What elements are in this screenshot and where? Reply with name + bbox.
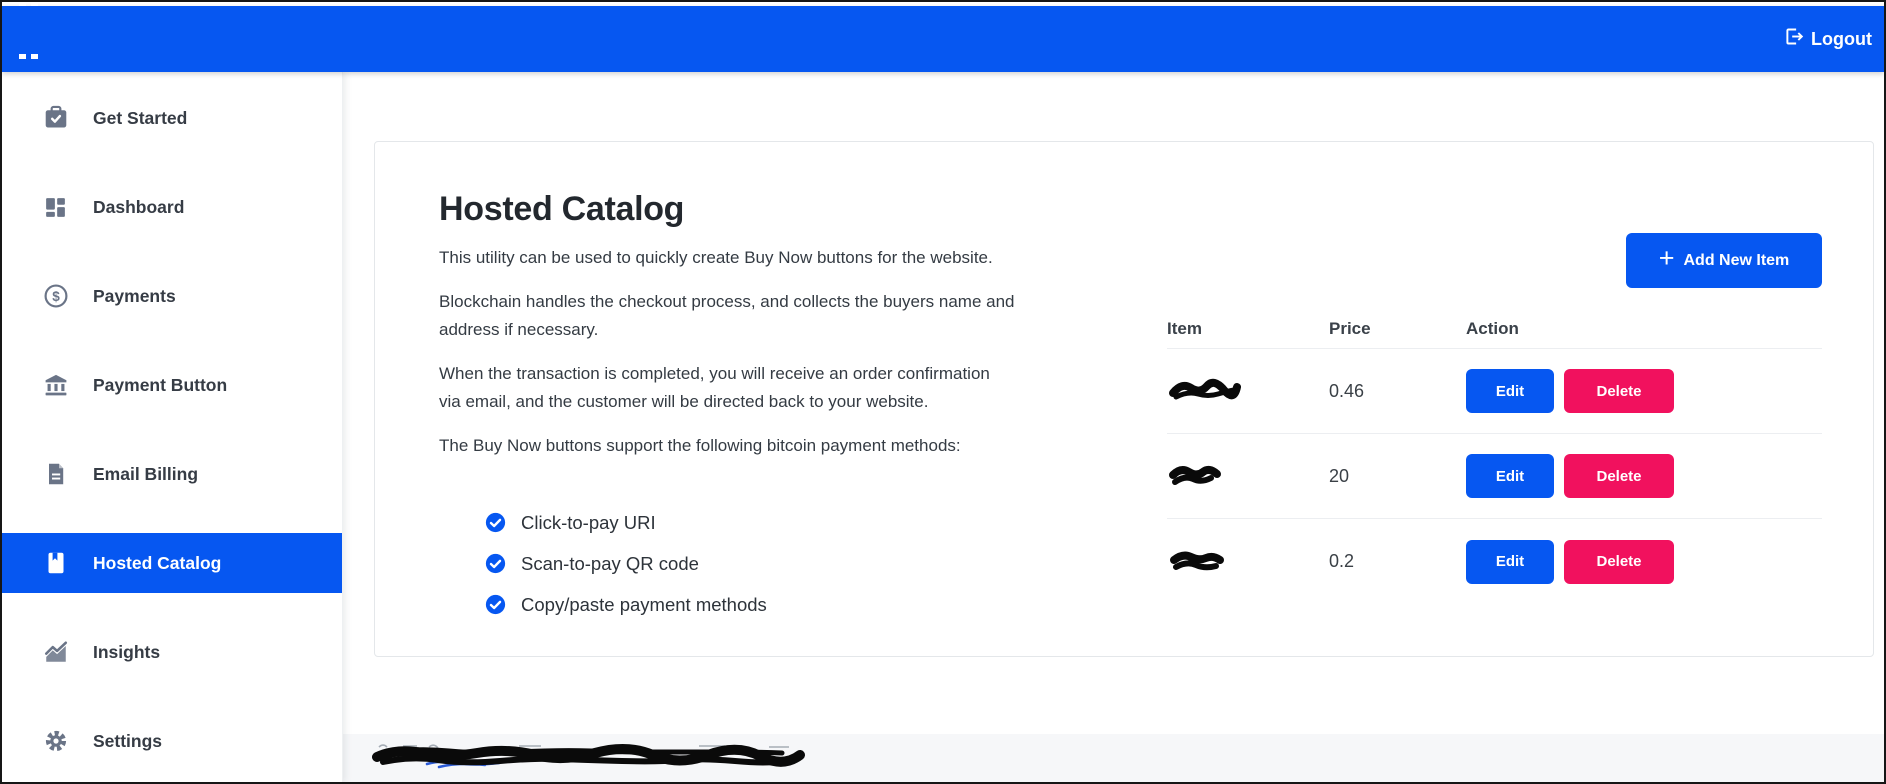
paragraph-line: address if necessary. (439, 316, 1167, 344)
add-new-item-label: Add New Item (1683, 252, 1789, 270)
briefcase-check-icon (42, 105, 69, 132)
item-name-cell (1167, 547, 1329, 577)
sidebar-item-label: Payment Button (93, 375, 227, 396)
paragraph: This utility can be used to quickly crea… (439, 244, 1167, 272)
sidebar-item-payments[interactable]: $ Payments (2, 266, 342, 326)
table-row: 20 Edit Delete (1167, 434, 1822, 519)
list-item-label: Click-to-pay URI (521, 512, 656, 534)
sidebar-item-email-billing[interactable]: Email Billing (2, 444, 342, 504)
dollar-circle-icon: $ (42, 283, 69, 310)
paragraph: When the transaction is completed, you w… (439, 360, 1167, 416)
logout-label: Logout (1811, 29, 1872, 50)
price-cell: 20 (1329, 466, 1466, 487)
delete-button[interactable]: Delete (1564, 454, 1674, 498)
item-name-cell (1167, 461, 1329, 491)
footer (343, 734, 1884, 782)
logo-remnant-mark (19, 54, 26, 59)
list-item-label: Copy/paste payment methods (521, 594, 767, 616)
price-cell: 0.46 (1329, 381, 1466, 402)
list-item-label: Scan-to-pay QR code (521, 553, 699, 575)
paragraph-line: This utility can be used to quickly crea… (439, 244, 1167, 272)
plus-icon: + (1659, 245, 1675, 272)
column-header-item: Item (1167, 319, 1329, 339)
bank-icon (42, 372, 69, 399)
sidebar: Get Started Dashboard $ (2, 72, 343, 782)
page-title: Hosted Catalog (439, 188, 1167, 230)
payment-methods-list: Click-to-pay URI Scan-to-pay QR code (485, 502, 1167, 625)
paragraph-line: via email, and the customer will be dire… (439, 388, 1167, 416)
delete-button[interactable]: Delete (1564, 369, 1674, 413)
box-arrow-right-icon (1783, 26, 1804, 52)
sidebar-item-label: Insights (93, 642, 160, 663)
table-row: 0.46 Edit Delete (1167, 349, 1822, 434)
delete-button[interactable]: Delete (1564, 540, 1674, 584)
edit-button[interactable]: Edit (1466, 454, 1554, 498)
top-navbar: Logout (2, 6, 1884, 72)
logout-button[interactable]: Logout (1783, 26, 1872, 52)
list-item: Scan-to-pay QR code (485, 543, 1167, 584)
sidebar-item-settings[interactable]: Settings (2, 711, 342, 771)
logo-remnant-mark (19, 2, 26, 6)
redacted-item-name (1167, 377, 1243, 405)
main-content: Hosted Catalog This utility can be used … (343, 72, 1884, 782)
logo-remnant-mark (31, 2, 38, 6)
action-cell: Edit Delete (1466, 369, 1822, 413)
item-name-cell (1167, 377, 1329, 405)
price-cell: 0.2 (1329, 551, 1466, 572)
app-window: Logout Get Started (0, 0, 1886, 784)
check-circle-icon (485, 594, 506, 615)
grid-icon (42, 194, 69, 221)
sidebar-item-label: Dashboard (93, 197, 184, 218)
paragraph-line: When the transaction is completed, you w… (439, 360, 1167, 388)
paragraph-line: Blockchain handles the checkout process,… (439, 288, 1167, 316)
sidebar-item-label: Settings (93, 731, 162, 752)
redacted-item-name (1167, 461, 1225, 491)
items-table: Item Price Action 0.46 (1167, 309, 1822, 604)
edit-button[interactable]: Edit (1466, 369, 1554, 413)
sidebar-item-get-started[interactable]: Get Started (2, 88, 342, 148)
sidebar-item-insights[interactable]: Insights (2, 622, 342, 682)
journal-bookmark-icon (42, 550, 69, 577)
list-item: Copy/paste payment methods (485, 584, 1167, 625)
gear-icon (42, 728, 69, 755)
paragraph-line: The Buy Now buttons support the followin… (439, 432, 1167, 460)
sidebar-item-label: Payments (93, 286, 176, 307)
sidebar-item-hosted-catalog[interactable]: Hosted Catalog (2, 533, 342, 593)
column-header-price: Price (1329, 319, 1466, 339)
check-circle-icon (485, 553, 506, 574)
sidebar-item-label: Email Billing (93, 464, 198, 485)
check-circle-icon (485, 512, 506, 533)
line-chart-icon (42, 639, 69, 666)
logo-remnant-mark (31, 54, 38, 59)
sidebar-item-dashboard[interactable]: Dashboard (2, 177, 342, 237)
svg-text:$: $ (52, 289, 60, 304)
list-item: Click-to-pay URI (485, 502, 1167, 543)
paragraph: Blockchain handles the checkout process,… (439, 288, 1167, 344)
sidebar-item-payment-button[interactable]: Payment Button (2, 355, 342, 415)
hosted-catalog-card: Hosted Catalog This utility can be used … (374, 141, 1874, 657)
redacted-item-name (1167, 547, 1229, 577)
table-header-row: Item Price Action (1167, 309, 1822, 349)
action-cell: Edit Delete (1466, 454, 1822, 498)
paragraph: The Buy Now buttons support the followin… (439, 432, 1167, 460)
catalog-description: Hosted Catalog This utility can be used … (375, 142, 1167, 656)
sidebar-item-label: Get Started (93, 108, 187, 129)
edit-button[interactable]: Edit (1466, 540, 1554, 584)
catalog-items-panel: + Add New Item Item Price Action (1167, 142, 1873, 656)
redacted-footer-text (369, 740, 839, 774)
action-cell: Edit Delete (1466, 540, 1822, 584)
table-row: 0.2 Edit Delete (1167, 519, 1822, 604)
add-new-item-button[interactable]: + Add New Item (1626, 233, 1822, 288)
column-header-action: Action (1466, 319, 1822, 339)
file-text-icon (42, 461, 69, 488)
sidebar-item-label: Hosted Catalog (93, 553, 221, 574)
